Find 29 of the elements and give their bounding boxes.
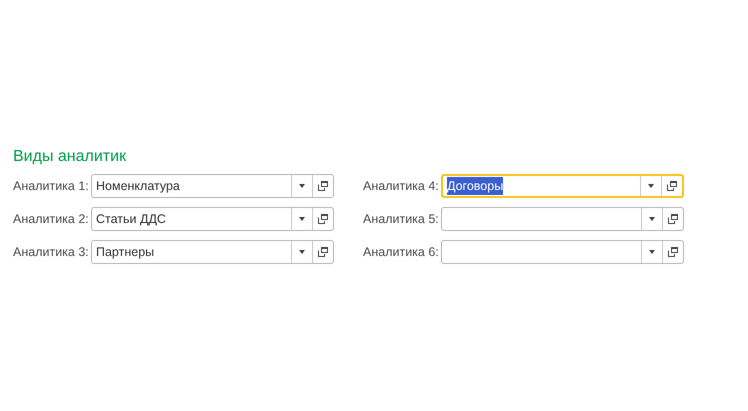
caret-icon — [299, 250, 305, 254]
windows-icon — [318, 181, 328, 191]
combo-field[interactable]: Статьи ДДС — [91, 207, 334, 231]
field-value: Партнеры — [96, 244, 154, 261]
field-label: Аналитика 2: — [13, 210, 90, 228]
combo-field[interactable]: Партнеры — [91, 240, 334, 264]
combo-field[interactable]: Номенклатура — [91, 174, 334, 198]
combo-field[interactable]: Договоры — [441, 174, 684, 198]
field-label: Аналитика 4: — [363, 178, 440, 195]
field-label: Аналитика 1: — [13, 178, 90, 195]
combo-field[interactable] — [441, 240, 684, 264]
windows-icon — [318, 214, 328, 224]
windows-icon — [318, 247, 328, 257]
windows-icon — [667, 181, 677, 191]
field-label: Аналитика 3: — [13, 244, 90, 261]
field-label: Аналитика 6: — [363, 244, 440, 261]
field-label: Аналитика 5: — [363, 210, 440, 228]
field-value: Договоры — [447, 176, 504, 196]
windows-icon — [668, 214, 678, 224]
combo-field[interactable] — [441, 207, 684, 231]
caret-icon — [299, 217, 305, 221]
windows-icon — [668, 247, 678, 257]
caret-icon — [648, 184, 654, 188]
field-value: Номенклатура — [96, 178, 180, 195]
caret-icon — [649, 217, 655, 221]
field-value: Статьи ДДС — [96, 210, 166, 228]
section-title: Виды аналитик — [13, 147, 128, 167]
caret-icon — [299, 184, 305, 188]
caret-icon — [649, 250, 655, 254]
